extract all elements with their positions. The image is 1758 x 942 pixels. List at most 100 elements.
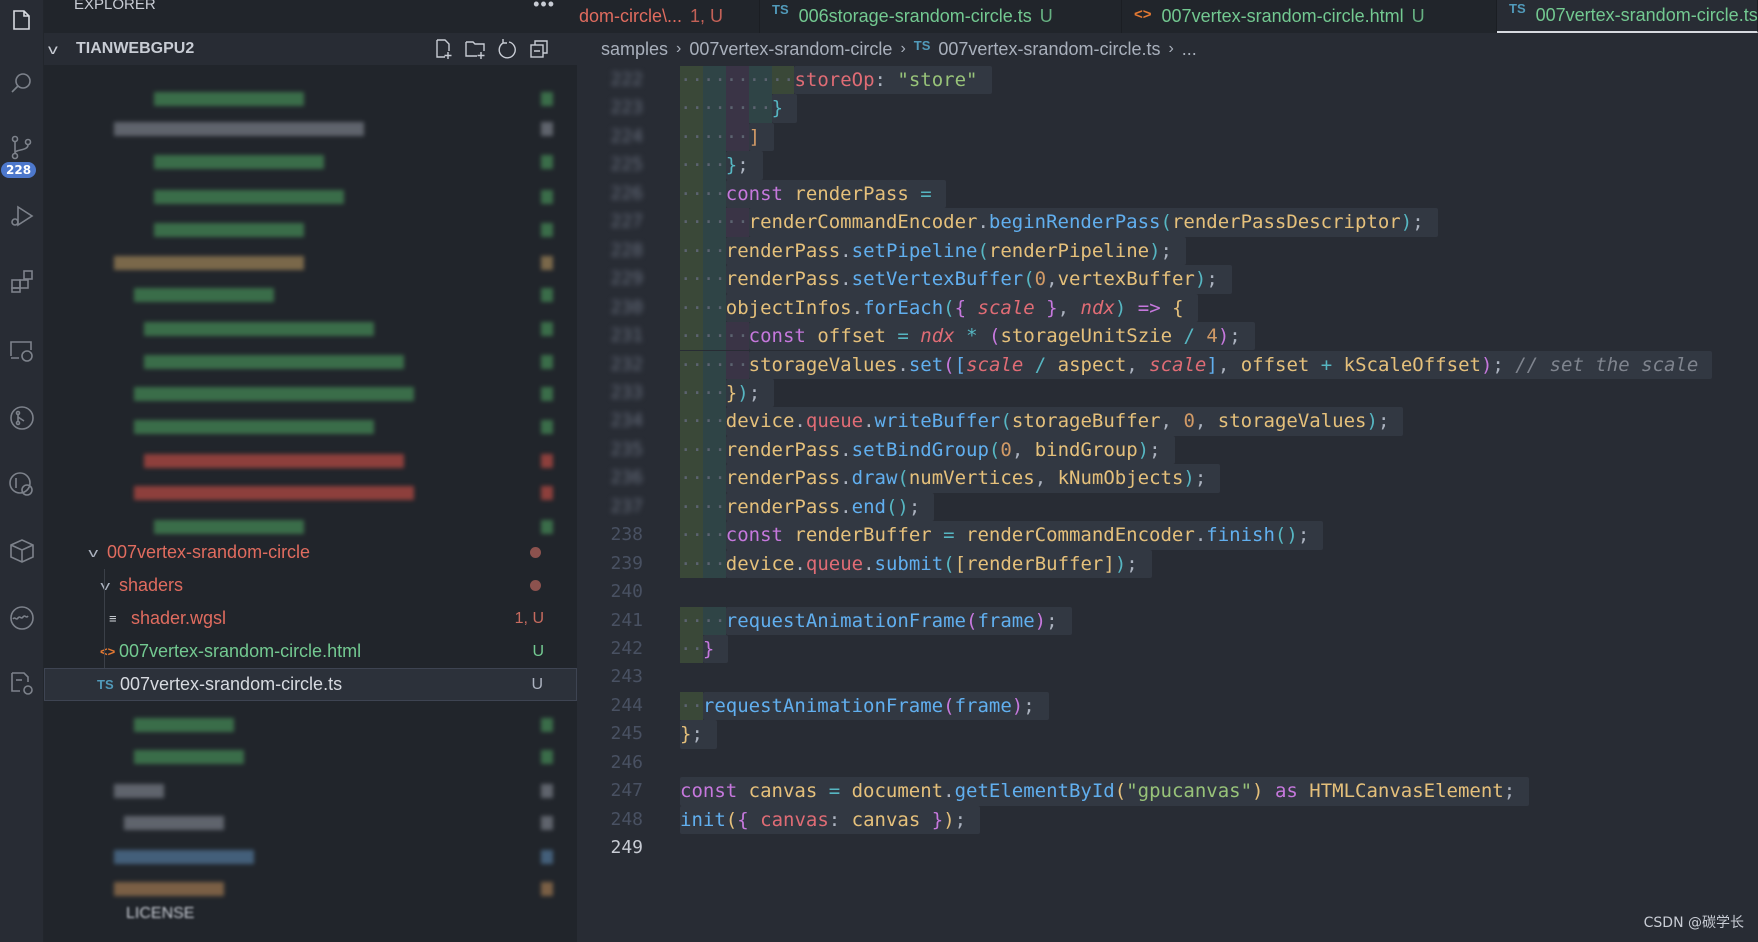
- remote-explorer-button[interactable]: [0, 330, 44, 370]
- blurred-file-item[interactable]: [114, 256, 304, 270]
- code-line[interactable]: ·· ·· ·· storageValues.set([scale / aspect,…: [680, 350, 1713, 379]
- code-editor[interactable]: 222 ·· ·· ·· ·· ·· storeOp: "store" 223 ·· ·· ·· ··…: [577, 65, 1758, 942]
- code-token: storageBuffer: [1011, 410, 1161, 433]
- code-line[interactable]: ··}: [680, 635, 729, 664]
- refresh-icon[interactable]: [496, 38, 520, 60]
- workspace-header[interactable]: v TIANWEBGPU2: [44, 33, 577, 65]
- tab-1[interactable]: dom-circle\... 1, U: [567, 0, 760, 33]
- blurred-file-item[interactable]: [134, 718, 234, 732]
- blurred-file-item[interactable]: [114, 122, 364, 136]
- code-line[interactable]: ·· ·· const renderPass =: [680, 179, 946, 209]
- code-line[interactable]: const canvas = document.getElementById("…: [680, 777, 1530, 806]
- code-line[interactable]: ·· ·· renderPass.setPipeline(renderPipelin…: [680, 236, 1186, 266]
- code-line[interactable]: ·· ··});: [680, 378, 775, 408]
- blurred-file-item[interactable]: [154, 190, 344, 204]
- blurred-file-item[interactable]: [144, 322, 374, 336]
- blurred-file-item[interactable]: [124, 816, 224, 830]
- extensions-button[interactable]: [0, 262, 44, 302]
- line-number: 239: [610, 552, 643, 574]
- license-file[interactable]: LICENSE: [126, 905, 194, 923]
- files-button[interactable]: [0, 2, 44, 42]
- more-actions-button[interactable]: •••: [533, 0, 555, 15]
- blurred-file-item[interactable]: [114, 882, 224, 896]
- code-line[interactable]: ·· ·· objectInfos.forEach({ scale }, ndx) …: [680, 293, 1198, 323]
- breadcrumb-item-symbol[interactable]: ...: [1182, 39, 1197, 60]
- code-line[interactable]: ·· ·· renderPass.setBindGroup(0, bindGroup…: [680, 435, 1175, 465]
- tree-item-label: 007vertex-srandom-circle.ts: [120, 674, 343, 694]
- wave-button[interactable]: [0, 598, 44, 638]
- indent-guide: ··: [702, 265, 726, 294]
- code-line[interactable]: ·· ·· ·· ··}: [680, 94, 798, 123]
- code-line[interactable]: ·· ·· ·· const offset = ndx * (storageUnitS…: [680, 322, 1255, 351]
- code-line[interactable]: ·· ·· device.queue.submit([renderBuffer]);: [680, 549, 1152, 579]
- blurred-file-item[interactable]: [154, 92, 304, 106]
- blurred-file-item[interactable]: [114, 850, 254, 864]
- collapse-all-icon[interactable]: [528, 38, 552, 60]
- code-line[interactable]: ·· ·· renderPass.setVertexBuffer(0,vertexB…: [680, 265, 1232, 294]
- git-graph-button[interactable]: [0, 398, 44, 438]
- tree-folder[interactable]: v shaders: [44, 569, 577, 602]
- code-line[interactable]: ·· ·· renderPass.draw(numVertices, kNumObj…: [680, 464, 1221, 493]
- code-line[interactable]: ·· requestAnimationFrame(frame);: [680, 691, 1049, 721]
- line-number: 227: [610, 211, 643, 233]
- tree-file[interactable]: <> 007vertex-srandom-circle.html U: [44, 635, 577, 668]
- code-line[interactable]: };: [680, 720, 717, 749]
- new-folder-icon[interactable]: [464, 38, 488, 60]
- settings-sync-button[interactable]: [0, 664, 44, 704]
- blurred-file-item[interactable]: [154, 155, 324, 169]
- modified-dot: [530, 547, 541, 558]
- settings-sync-icon: [11, 672, 33, 695]
- tree-file[interactable]: ≡ shader.wgsl 1, U: [44, 602, 577, 635]
- code-text: });: [725, 378, 775, 408]
- search-button[interactable]: [0, 64, 44, 104]
- blurred-file-item[interactable]: [134, 387, 414, 401]
- blurred-file-item[interactable]: [114, 784, 164, 798]
- line-number: 228: [610, 239, 643, 261]
- code-line[interactable]: init({ canvas: canvas });: [680, 805, 981, 835]
- code-line[interactable]: ·· ·· ··]: [680, 122, 775, 152]
- code-line[interactable]: ·· ·· renderPass.end();: [680, 492, 935, 522]
- indent-guide: ··: [702, 293, 726, 323]
- code-token: ,: [1126, 353, 1150, 376]
- blurred-file-item[interactable]: [134, 288, 274, 302]
- code-token: (: [885, 495, 898, 518]
- blurred-file-item[interactable]: [144, 454, 404, 468]
- tree-file[interactable]: TS 007vertex-srandom-circle.ts U: [44, 668, 577, 701]
- breadcrumb-item-samples[interactable]: samples: [601, 39, 668, 60]
- blurred-status: [541, 223, 553, 237]
- blurred-file-item[interactable]: [134, 486, 414, 500]
- blurred-file-item[interactable]: [154, 520, 304, 534]
- code-token: }: [725, 154, 738, 177]
- code-line[interactable]: ·· ·· ·· ·· ·· storeOp: "store": [680, 66, 992, 95]
- indent-guide: ··: [748, 94, 772, 123]
- code-line[interactable]: ·· ·· ·· renderCommandEncoder.beginRenderPa…: [680, 208, 1438, 237]
- tree-folder[interactable]: v 007vertex-srandom-circle: [44, 536, 577, 569]
- tab-4[interactable]: TS007vertex-srandom-circle.tsU: [1497, 0, 1758, 33]
- breadcrumb-item-file[interactable]: 007vertex-srandom-circle.ts: [938, 39, 1160, 60]
- code-token: :: [828, 808, 852, 831]
- code-line[interactable]: ·· ·· device.queue.writeBuffer(storageBuff…: [680, 407, 1404, 436]
- tab-3[interactable]: <> 007vertex-srandom-circle.html U: [1122, 0, 1497, 33]
- blurred-file-item[interactable]: [154, 223, 304, 237]
- breadcrumb-item-folder[interactable]: 007vertex-srandom-circle: [689, 39, 892, 60]
- code-token: requestAnimationFrame: [702, 694, 944, 717]
- run-debug-button[interactable]: [0, 196, 44, 236]
- new-file-icon[interactable]: [432, 38, 456, 60]
- blurred-file-item[interactable]: [134, 750, 244, 764]
- package-button[interactable]: [0, 530, 44, 570]
- chevron-down-icon: v: [48, 41, 58, 57]
- indent-guide: ··: [725, 322, 749, 351]
- blurred-file-item[interactable]: [144, 355, 404, 369]
- code-line[interactable]: ·· ·· requestAnimationFrame(frame);: [680, 606, 1072, 635]
- indent-guide: ··: [680, 435, 703, 465]
- blurred-file-item[interactable]: [134, 420, 374, 434]
- git-history-button[interactable]: [0, 464, 44, 504]
- indent-guide: ··: [702, 236, 726, 266]
- code-token: storageValues: [1217, 410, 1367, 433]
- code-line[interactable]: ·· ·· const renderBuffer = renderCommandEn…: [680, 521, 1324, 550]
- code-line[interactable]: ·· ··};: [680, 151, 763, 180]
- tab-2[interactable]: TS 006storage-srandom-circle.ts U: [760, 0, 1122, 33]
